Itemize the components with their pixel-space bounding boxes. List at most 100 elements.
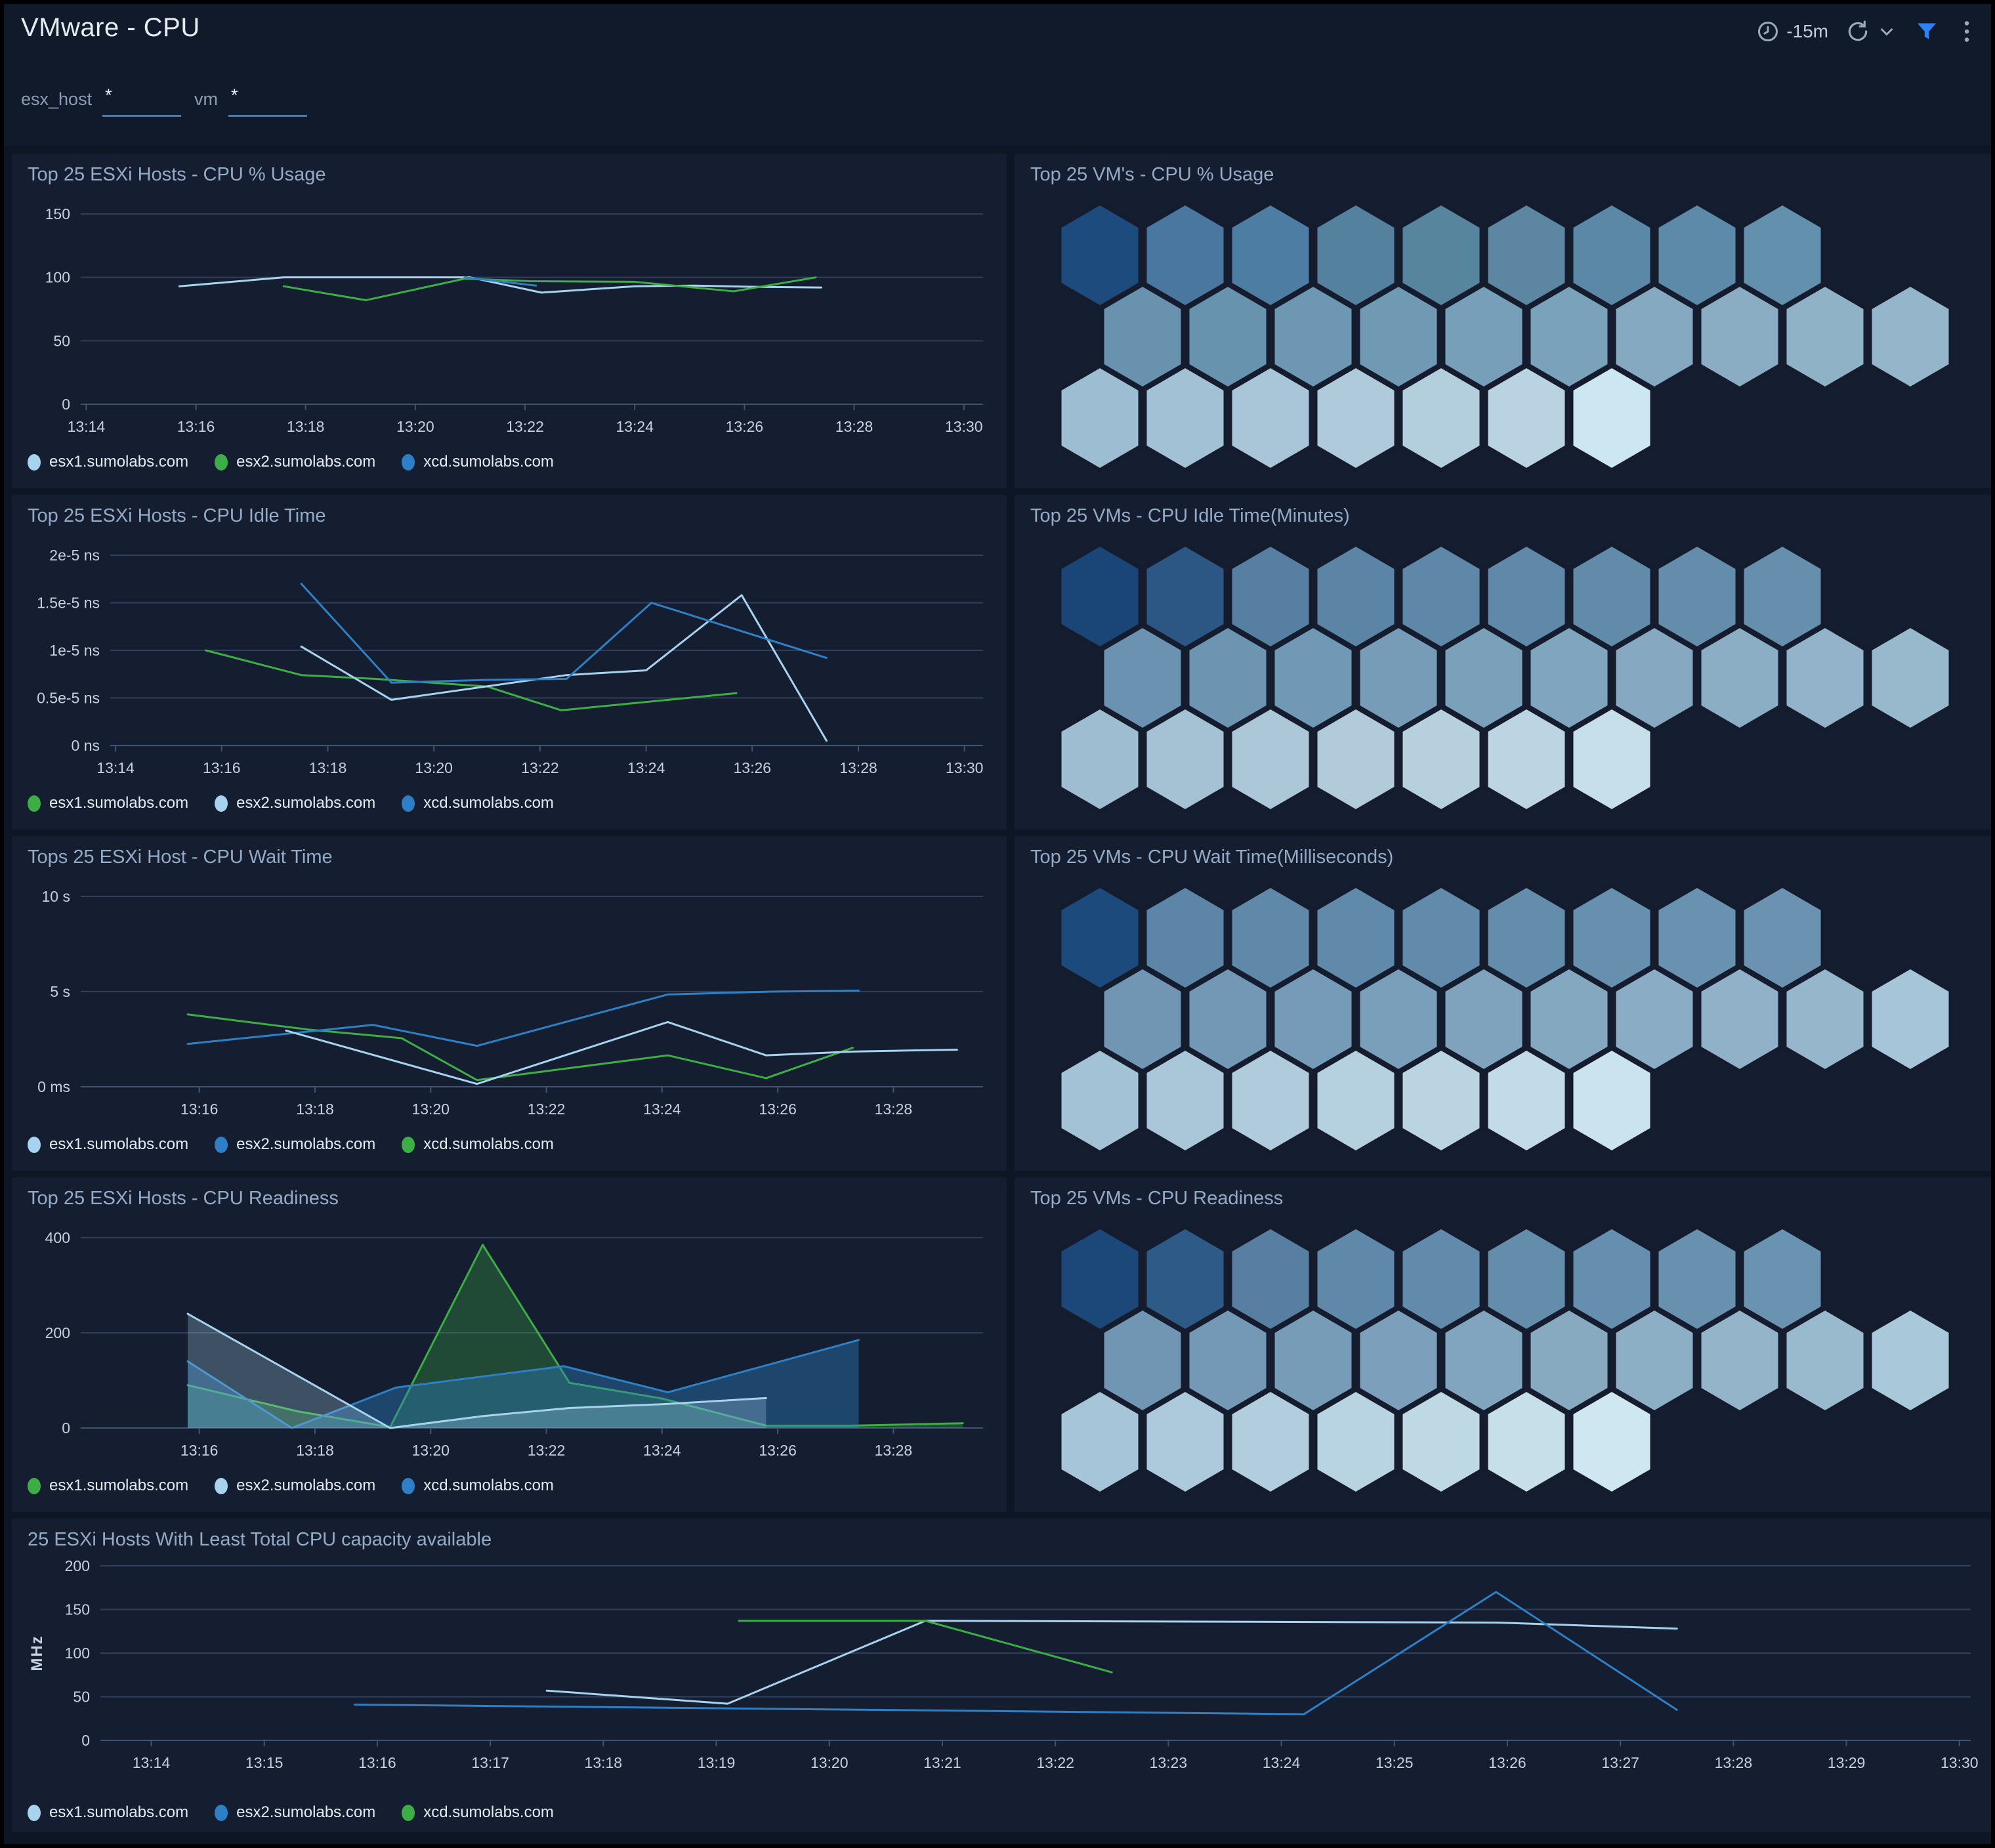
- honeycomb-hex-cell[interactable]: [1144, 1389, 1226, 1494]
- honeycomb-hex-cell[interactable]: [1486, 707, 1567, 812]
- honeycomb-hex-cell[interactable]: [1784, 284, 1866, 389]
- legend-item[interactable]: esx1.sumolabs.com: [28, 794, 188, 812]
- svg-text:0 ms: 0 ms: [37, 1078, 70, 1095]
- svg-text:13:22: 13:22: [528, 1442, 566, 1459]
- legend-item[interactable]: esx1.sumolabs.com: [28, 453, 188, 471]
- svg-text:13:24: 13:24: [643, 1442, 681, 1459]
- refresh-control[interactable]: [1845, 19, 1897, 44]
- panel-esxi-least-cpu-capacity: 25 ESXi Hosts With Least Total CPU capac…: [12, 1519, 1991, 1832]
- svg-text:13:18: 13:18: [309, 759, 347, 776]
- honeycomb-hex-cell[interactable]: [1571, 366, 1652, 471]
- honeycomb-hex-cell[interactable]: [1059, 1389, 1141, 1494]
- svg-text:50: 50: [73, 1689, 90, 1706]
- vm-filter-label: vm: [194, 85, 218, 110]
- honeycomb-hex-cell[interactable]: [1784, 625, 1866, 730]
- legend-dot-icon: [215, 454, 228, 471]
- honeycomb-hex-cell[interactable]: [1571, 1389, 1652, 1494]
- svg-text:13:16: 13:16: [358, 1754, 396, 1771]
- honeycomb-hex-cell[interactable]: [1699, 967, 1780, 1072]
- honeycomb-hex-cell[interactable]: [1870, 284, 1951, 389]
- legend-item[interactable]: xcd.sumolabs.com: [402, 794, 554, 812]
- honeycomb-hex-cell[interactable]: [1486, 366, 1567, 471]
- svg-text:200: 200: [45, 1324, 70, 1341]
- panel-title: Top 25 VM's - CPU % Usage: [1030, 164, 1274, 186]
- honeycomb-hex-cell[interactable]: [1059, 1048, 1141, 1153]
- honeycomb-hex-cell[interactable]: [1400, 1389, 1482, 1494]
- svg-text:13:15: 13:15: [245, 1754, 284, 1771]
- panel-vm-cpu-idle-time: Top 25 VMs - CPU Idle Time(Minutes): [1015, 495, 1991, 830]
- honeycomb-hex-cell[interactable]: [1059, 366, 1141, 471]
- honeycomb-hex-cell[interactable]: [1230, 707, 1311, 812]
- legend-item[interactable]: xcd.sumolabs.com: [402, 1477, 554, 1495]
- panel-title: Top 25 ESXi Hosts - CPU % Usage: [28, 164, 326, 186]
- honeycomb-hex-cell[interactable]: [1571, 1048, 1652, 1153]
- honeycomb-hex-cell[interactable]: [1870, 625, 1951, 730]
- legend-item[interactable]: esx2.sumolabs.com: [215, 1477, 375, 1495]
- svg-text:13:26: 13:26: [726, 418, 764, 435]
- filter-icon[interactable]: [1914, 18, 1940, 45]
- panel-title: Top 25 VMs - CPU Readiness: [1030, 1188, 1283, 1209]
- svg-text:13:18: 13:18: [585, 1754, 623, 1771]
- honeycomb-hex-cell[interactable]: [1784, 1308, 1866, 1413]
- svg-text:13:21: 13:21: [923, 1754, 961, 1771]
- honeycomb-hex-cell[interactable]: [1784, 967, 1866, 1072]
- svg-text:13:23: 13:23: [1150, 1754, 1188, 1771]
- honeycomb-hex-cell[interactable]: [1400, 707, 1482, 812]
- honeycomb-hex-cell[interactable]: [1230, 366, 1311, 471]
- honeycomb-hex-cell[interactable]: [1144, 1048, 1226, 1153]
- panel-esxi-cpu-percent-usage: Top 25 ESXi Hosts - CPU % Usage 05010015…: [12, 154, 1007, 488]
- svg-text:13:28: 13:28: [1715, 1754, 1753, 1771]
- honeycomb-hex-cell[interactable]: [1400, 1048, 1482, 1153]
- honeycomb-chart-vm-idle: [1015, 495, 1991, 830]
- honeycomb-hex-cell[interactable]: [1144, 707, 1226, 812]
- legend-item[interactable]: esx2.sumolabs.com: [215, 1803, 375, 1822]
- chart-legend: esx1.sumolabs.com esx2.sumolabs.com xcd.su…: [28, 1803, 554, 1822]
- svg-text:100: 100: [65, 1645, 90, 1662]
- legend-series-name: esx1.sumolabs.com: [49, 1477, 188, 1495]
- legend-item[interactable]: esx2.sumolabs.com: [215, 794, 375, 812]
- honeycomb-hex-cell[interactable]: [1486, 1389, 1567, 1494]
- filter-bar: esx_host * vm *: [4, 67, 1991, 146]
- svg-text:0: 0: [62, 1419, 70, 1437]
- legend-item[interactable]: esx1.sumolabs.com: [28, 1803, 188, 1822]
- honeycomb-hex-cell[interactable]: [1315, 1389, 1396, 1494]
- honeycomb-hex-cell[interactable]: [1699, 1308, 1780, 1413]
- time-range-control[interactable]: -15m: [1756, 20, 1828, 43]
- honeycomb-hex-cell[interactable]: [1870, 967, 1951, 1072]
- vm-filter-input[interactable]: *: [228, 85, 307, 117]
- esx-host-filter-input[interactable]: *: [102, 85, 181, 117]
- honeycomb-hex-cell[interactable]: [1144, 366, 1226, 471]
- honeycomb-hex-cell[interactable]: [1230, 1389, 1311, 1494]
- svg-text:13:20: 13:20: [411, 1101, 450, 1118]
- legend-series-name: esx2.sumolabs.com: [236, 1803, 375, 1822]
- honeycomb-hex-cell[interactable]: [1059, 707, 1141, 812]
- legend-item[interactable]: esx1.sumolabs.com: [28, 1135, 188, 1154]
- svg-text:13:16: 13:16: [177, 418, 215, 435]
- honeycomb-hex-cell[interactable]: [1699, 284, 1780, 389]
- honeycomb-hex-cell[interactable]: [1486, 1048, 1567, 1153]
- panel-vm-cpu-percent-usage: Top 25 VM's - CPU % Usage: [1015, 154, 1991, 488]
- legend-item[interactable]: esx1.sumolabs.com: [28, 1477, 188, 1495]
- svg-text:13:28: 13:28: [875, 1101, 913, 1118]
- honeycomb-hex-cell[interactable]: [1315, 707, 1396, 812]
- honeycomb-hex-cell[interactable]: [1315, 1048, 1396, 1153]
- legend-item[interactable]: esx2.sumolabs.com: [215, 1135, 375, 1154]
- honeycomb-hex-cell[interactable]: [1571, 707, 1652, 812]
- honeycomb-hex-cell[interactable]: [1315, 366, 1396, 471]
- svg-text:13:22: 13:22: [1036, 1754, 1074, 1771]
- honeycomb-hex-cell[interactable]: [1400, 366, 1482, 471]
- legend-item[interactable]: xcd.sumolabs.com: [402, 1803, 554, 1822]
- honeycomb-hex-cell[interactable]: [1870, 1308, 1951, 1413]
- chevron-down-icon[interactable]: [1877, 22, 1897, 41]
- svg-text:150: 150: [65, 1601, 90, 1618]
- legend-item[interactable]: xcd.sumolabs.com: [402, 1135, 554, 1154]
- honeycomb-hex-cell[interactable]: [1230, 1048, 1311, 1153]
- legend-item[interactable]: xcd.sumolabs.com: [402, 453, 554, 471]
- honeycomb-hex-cell[interactable]: [1699, 625, 1780, 730]
- clock-icon: [1756, 20, 1780, 43]
- svg-text:50: 50: [53, 332, 70, 349]
- legend-dot-icon: [28, 1137, 41, 1153]
- panel-title: Top 25 VMs - CPU Idle Time(Minutes): [1030, 505, 1350, 527]
- kebab-menu-icon[interactable]: [1957, 18, 1977, 45]
- legend-item[interactable]: esx2.sumolabs.com: [215, 453, 375, 471]
